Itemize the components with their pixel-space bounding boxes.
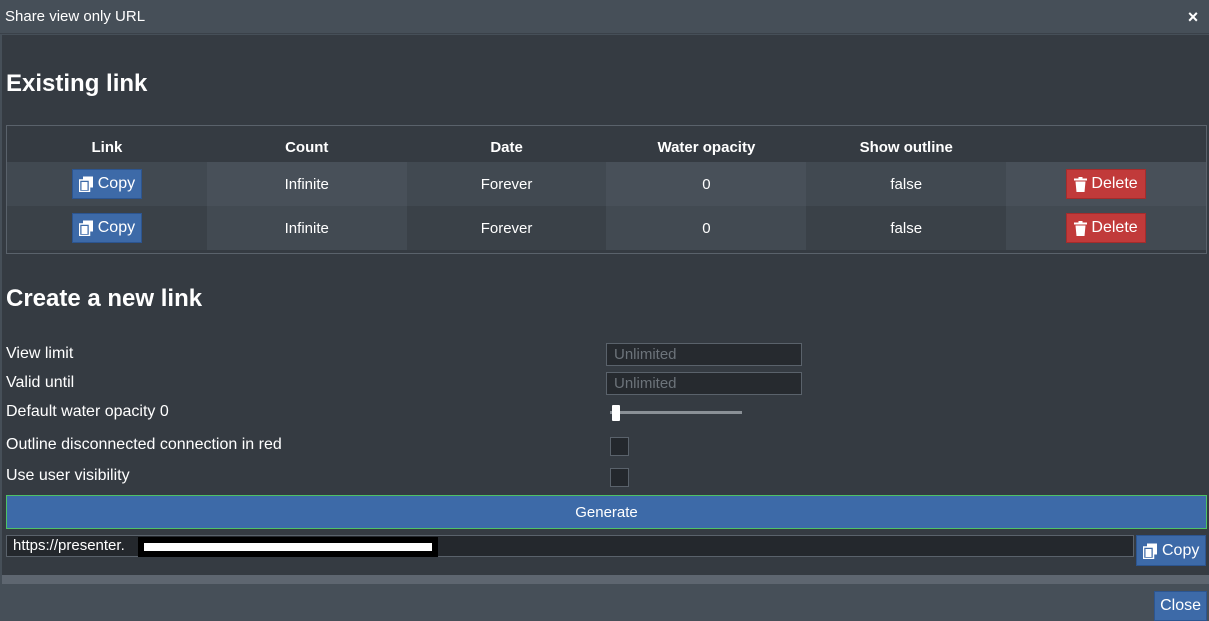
user-visibility-checkbox[interactable] [610, 468, 629, 487]
count-cell: Infinite [206, 162, 407, 206]
copy-icon [78, 176, 93, 192]
valid-until-input[interactable] [606, 372, 802, 395]
trash-icon [1074, 220, 1088, 236]
water-opacity-label: Default water opacity 0 [6, 403, 169, 420]
link-cell: Copy [7, 206, 207, 250]
column-header-show-outline: Show outline [859, 138, 953, 156]
copy-url-button[interactable]: Copy [1136, 535, 1207, 566]
existing-links-table: Link Count Date Water opacity Show outli… [6, 125, 1207, 254]
date-cell: Forever [406, 162, 607, 206]
show-outline-cell: false [806, 162, 1007, 206]
outline-checkbox[interactable] [610, 437, 629, 456]
show-outline-cell: false [806, 206, 1007, 250]
delete-link-button[interactable]: Delete [1066, 213, 1146, 243]
date-cell: Forever [406, 206, 607, 250]
close-button[interactable]: Close [1154, 591, 1207, 621]
dialog-footer [0, 584, 1209, 621]
count-cell: Infinite [206, 206, 407, 250]
dialog-title: Share view only URL [5, 8, 146, 25]
water-opacity-slider[interactable] [610, 403, 742, 421]
copy-link-button[interactable]: Copy [71, 213, 143, 243]
delete-link-button[interactable]: Delete [1066, 169, 1146, 199]
redaction-block [138, 537, 438, 557]
generate-button[interactable]: Generate [6, 495, 1207, 529]
slider-thumb[interactable] [612, 405, 620, 421]
create-link-heading: Create a new link [6, 285, 203, 312]
copy-link-button[interactable]: Copy [71, 169, 143, 199]
outline-label: Outline disconnected connection in red [6, 436, 282, 453]
column-header-link: Link [91, 138, 123, 156]
dialog-titlebar: Share view only URL × [0, 0, 1209, 34]
horizontal-scrollbar[interactable] [2, 575, 1209, 584]
actions-cell: Delete [1006, 162, 1206, 206]
valid-until-label: Valid until [6, 374, 75, 391]
water-opacity-cell: 0 [606, 162, 807, 206]
table-row: Copy Infinite Forever 0 false Delete [7, 162, 1206, 206]
view-limit-label: View limit [6, 345, 74, 362]
column-header-count: Count [285, 138, 329, 156]
link-cell: Copy [7, 162, 207, 206]
copy-label: Copy [97, 219, 136, 236]
delete-label: Delete [1091, 219, 1138, 236]
water-opacity-cell: 0 [606, 206, 807, 250]
copy-label: Copy [1162, 541, 1200, 559]
column-header-actions [1006, 126, 1206, 162]
trash-icon [1074, 176, 1088, 192]
slider-track [610, 411, 742, 414]
close-icon[interactable]: × [1185, 8, 1201, 26]
copy-label: Copy [97, 175, 136, 192]
column-header-date: Date [490, 138, 523, 156]
view-limit-input[interactable] [606, 343, 802, 366]
user-visibility-label: Use user visibility [6, 467, 130, 484]
table-row: Copy Infinite Forever 0 false Delete [7, 206, 1206, 250]
copy-icon [1143, 543, 1157, 559]
existing-link-heading: Existing link [6, 70, 148, 97]
column-header-water-opacity: Water opacity [657, 138, 756, 156]
actions-cell: Delete [1006, 206, 1206, 250]
copy-icon [78, 220, 93, 236]
delete-label: Delete [1091, 175, 1138, 192]
table-header-row: Link Count Date Water opacity Show outli… [7, 126, 1206, 162]
redaction-bar [144, 543, 432, 551]
